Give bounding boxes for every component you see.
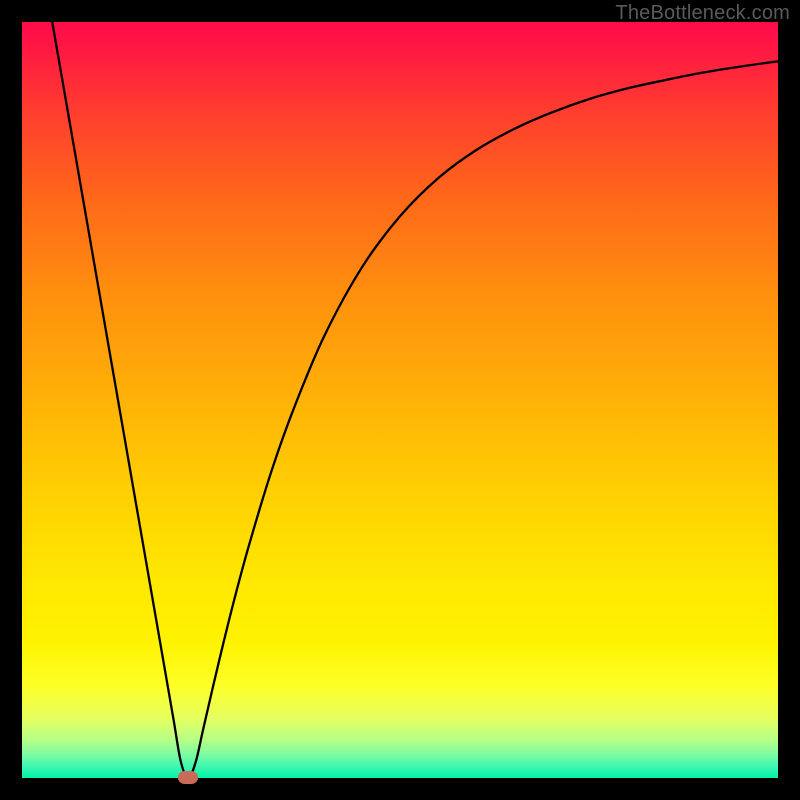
- chart-svg: [22, 22, 778, 778]
- plot-frame: [22, 22, 778, 778]
- watermark-text: TheBottleneck.com: [615, 2, 790, 25]
- optimal-point-marker: [178, 771, 198, 784]
- bottleneck-curve: [52, 22, 778, 778]
